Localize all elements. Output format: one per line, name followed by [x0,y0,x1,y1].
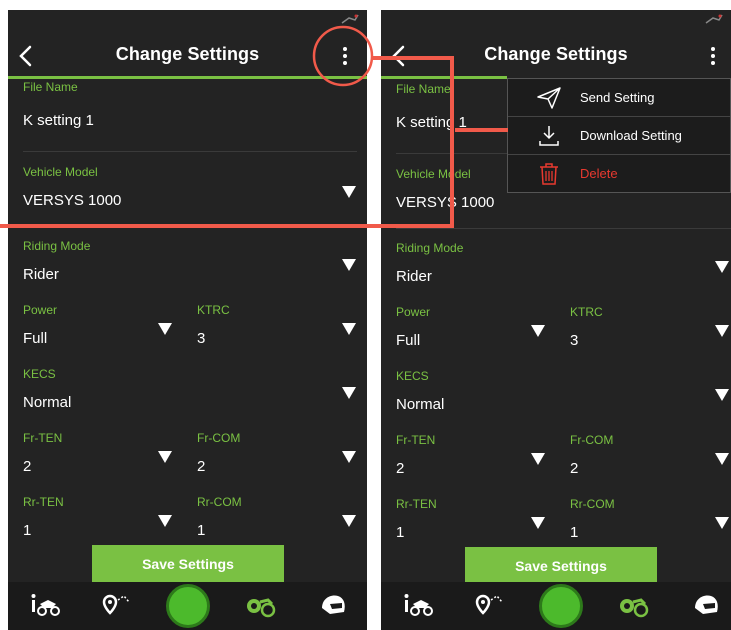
file-name-label: File Name [396,82,451,96]
file-name-label: File Name [23,80,78,94]
divider [23,151,357,152]
header-underline [381,76,507,79]
riding-mode-dropdown-icon[interactable] [342,259,356,271]
rr-ten-select[interactable]: 1 [23,522,31,539]
menu-item-label: Send Setting [580,90,655,105]
power-dropdown-icon[interactable] [531,325,545,337]
save-settings-button[interactable]: Save Settings [465,547,657,585]
phone-screen-right: Change Settings File Name K setting 1 Ve… [381,10,731,630]
ktrc-label: KTRC [197,303,230,317]
fr-ten-label: Fr-TEN [23,431,63,445]
riding-mode-dropdown-icon[interactable] [715,261,729,273]
rr-com-label: Rr-COM [570,497,615,511]
fr-ten-dropdown-icon[interactable] [531,453,545,465]
kecs-label: KECS [23,367,56,381]
divider [23,226,357,227]
power-select[interactable]: Full [23,330,47,347]
kecs-dropdown-icon[interactable] [342,387,356,399]
ktrc-select[interactable]: 3 [570,332,578,349]
power-label: Power [396,305,431,319]
rr-ten-dropdown-icon[interactable] [531,517,545,529]
vehicle-model-label: Vehicle Model [23,165,98,179]
power-dropdown-icon[interactable] [158,323,172,335]
bottom-nav [8,582,367,630]
map-route-icon[interactable] [100,590,134,622]
file-name-field[interactable]: K setting 1 [23,112,94,129]
rr-com-dropdown-icon[interactable] [342,515,356,527]
riding-mode-select[interactable]: Rider [396,268,432,285]
fr-com-select[interactable]: 2 [197,458,205,475]
top-bar: Change Settings [8,34,367,78]
rr-com-dropdown-icon[interactable] [715,517,729,529]
rr-ten-dropdown-icon[interactable] [158,515,172,527]
rr-com-select[interactable]: 1 [197,522,205,539]
more-options-icon[interactable] [703,42,723,70]
kecs-dropdown-icon[interactable] [715,389,729,401]
menu-item-label: Download Setting [580,128,682,143]
bike-info-icon[interactable] [28,590,62,622]
divider [396,228,731,229]
fr-com-label: Fr-COM [570,433,614,447]
paper-plane-icon [537,87,561,109]
rr-ten-select[interactable]: 1 [396,524,404,541]
helmet-icon[interactable] [689,590,723,622]
fr-ten-label: Fr-TEN [396,433,436,447]
ktrc-dropdown-icon[interactable] [342,323,356,335]
phone-screen-left: Change Settings File Name K setting 1 Ve… [8,10,367,630]
top-bar: Change Settings [381,34,731,78]
vehicle-model-select[interactable]: VERSYS 1000 [396,194,494,211]
page-title: Change Settings [115,44,260,64]
download-icon [539,126,559,146]
power-label: Power [23,303,58,317]
rr-com-label: Rr-COM [197,495,242,509]
rr-ten-label: Rr-TEN [396,497,437,511]
file-name-field[interactable]: K setting 1 [396,114,467,131]
fr-com-dropdown-icon[interactable] [342,451,356,463]
bike-settings-icon[interactable] [617,590,651,622]
ktrc-label: KTRC [570,305,603,319]
status-icon [341,14,359,24]
helmet-icon[interactable] [316,590,350,622]
riding-mode-label: Riding Mode [23,239,91,253]
riding-mode-select[interactable]: Rider [23,266,59,283]
fr-com-dropdown-icon[interactable] [715,453,729,465]
fr-ten-select[interactable]: 2 [396,460,404,477]
vehicle-model-dropdown-icon[interactable] [342,186,356,198]
fr-ten-dropdown-icon[interactable] [158,451,172,463]
menu-item-send-setting[interactable]: Send Setting [508,79,730,117]
header-underline [8,76,367,79]
vehicle-model-label: Vehicle Model [396,167,471,181]
bike-settings-icon[interactable] [244,590,278,622]
fr-ten-select[interactable]: 2 [23,458,31,475]
more-options-icon[interactable] [335,42,355,70]
bike-info-icon[interactable] [401,590,435,622]
home-button[interactable] [166,584,210,628]
kecs-label: KECS [396,369,429,383]
page-title: Change Settings [484,44,628,64]
ktrc-dropdown-icon[interactable] [715,325,729,337]
menu-item-label: Delete [580,166,618,181]
riding-mode-label: Riding Mode [396,241,464,255]
trash-icon [540,163,558,185]
fr-com-select[interactable]: 2 [570,460,578,477]
options-menu: Send Setting Download Setting Delete [507,78,731,193]
rr-ten-label: Rr-TEN [23,495,64,509]
save-settings-button[interactable]: Save Settings [92,545,284,583]
kecs-select[interactable]: Normal [396,396,444,413]
home-button[interactable] [539,584,583,628]
bottom-nav [381,582,731,630]
ktrc-select[interactable]: 3 [197,330,205,347]
vehicle-model-select[interactable]: VERSYS 1000 [23,192,121,209]
status-icon [705,14,723,24]
menu-item-delete[interactable]: Delete [508,155,730,193]
menu-item-download-setting[interactable]: Download Setting [508,117,730,155]
kecs-select[interactable]: Normal [23,394,71,411]
fr-com-label: Fr-COM [197,431,241,445]
rr-com-select[interactable]: 1 [570,524,578,541]
map-route-icon[interactable] [473,590,507,622]
power-select[interactable]: Full [396,332,420,349]
